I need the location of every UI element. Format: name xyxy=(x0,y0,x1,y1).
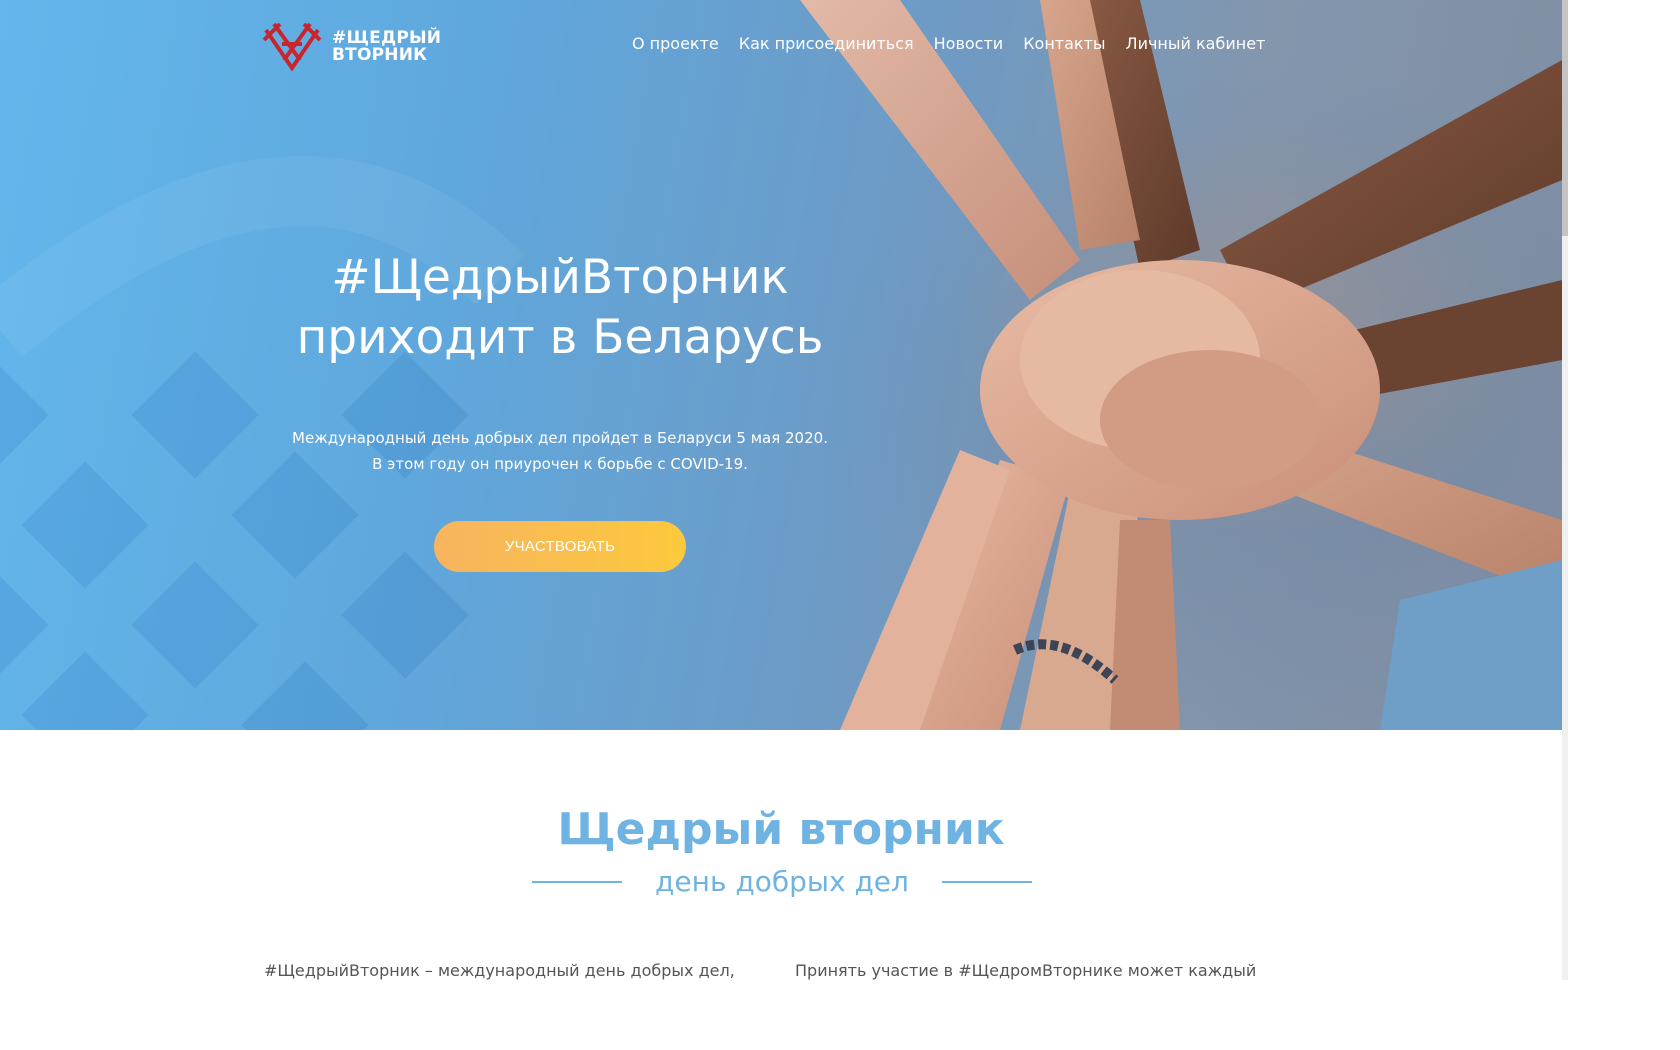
heart-logo-icon xyxy=(262,22,322,72)
hero-title: #ЩедрыйВторник приходит в Беларусь xyxy=(230,248,890,368)
divider-right xyxy=(941,881,1032,883)
site-logo[interactable]: #ЩЕДРЫЙ ВТОРНИК xyxy=(262,22,441,72)
page-scrollbar[interactable] xyxy=(1562,0,1568,980)
nav-contacts[interactable]: Контакты xyxy=(1023,34,1105,53)
main-nav: О проекте Как присоединиться Новости Кон… xyxy=(632,34,1265,53)
section-title: Щедрый вторник xyxy=(557,804,1005,855)
scrollbar-thumb[interactable] xyxy=(1562,0,1568,236)
hands-photo xyxy=(800,0,1562,730)
hero-subtitle-line2: В этом году он приурочен к борьбе с COVI… xyxy=(372,455,748,473)
divider-left xyxy=(532,881,622,883)
paragraph-right: Принять участие в #ЩедромВторнике может … xyxy=(795,961,1257,980)
nav-news[interactable]: Новости xyxy=(934,34,1004,53)
section-subtitle: день добрых дел xyxy=(655,865,909,898)
participate-button[interactable]: УЧАСТВОВАТЬ xyxy=(434,521,686,572)
logo-text: #ЩЕДРЫЙ ВТОРНИК xyxy=(332,30,441,64)
nav-how-to-join[interactable]: Как присоединиться xyxy=(739,34,914,53)
nav-personal-account[interactable]: Личный кабинет xyxy=(1126,34,1266,53)
nav-about[interactable]: О проекте xyxy=(632,34,719,53)
hero-title-line2: приходит в Беларусь xyxy=(296,310,824,365)
section-subtitle-row: день добрых дел xyxy=(532,862,1032,902)
hero-subtitle-line1: Международный день добрых дел пройдет в … xyxy=(292,429,828,447)
hero-title-line1: #ЩедрыйВторник xyxy=(331,250,789,305)
paragraph-left: #ЩедрыйВторник – международный день добр… xyxy=(264,961,735,980)
hero-subtitle: Международный день добрых дел пройдет в … xyxy=(230,425,890,477)
logo-line2: ВТОРНИК xyxy=(332,45,428,65)
